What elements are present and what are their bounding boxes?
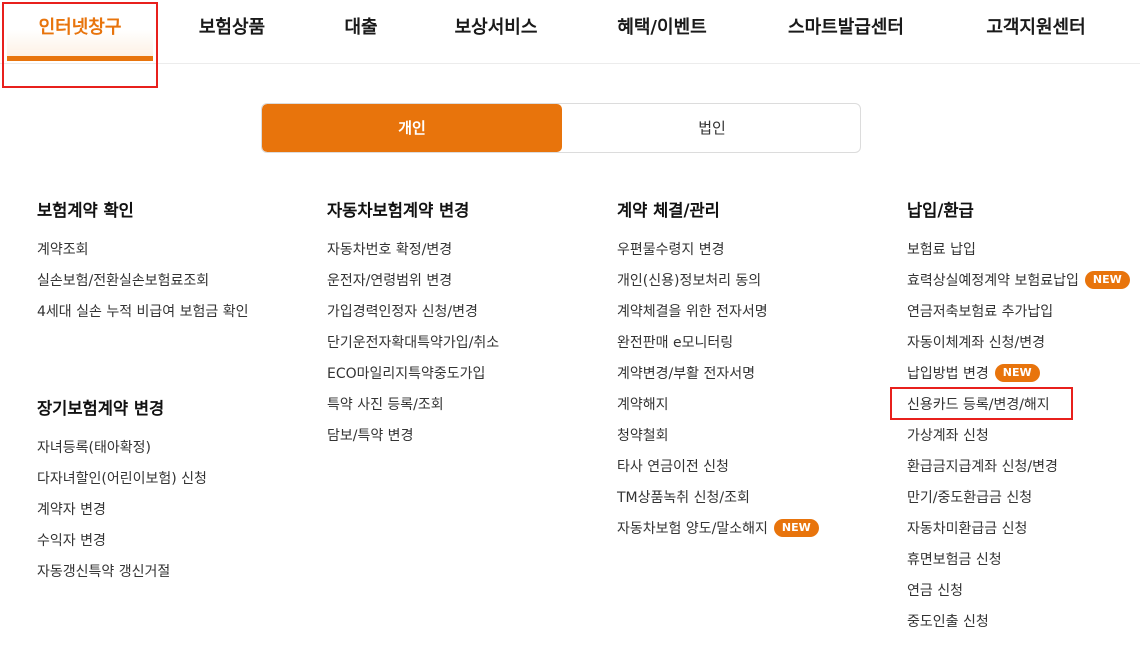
menu-item[interactable]: 수익자 변경 [37,526,207,557]
menu-item[interactable]: 다자녀할인(어린이보험) 신청 [37,464,207,495]
menu-group-auto-change: 자동차보험계약 변경 자동차번호 확정/변경 운전자/연령범위 변경 가입경력인… [327,199,499,452]
menu-item[interactable]: 우편물수령지 변경 [617,235,819,266]
menu-column-3: 계약 체결/관리 우편물수령지 변경 개인(신용)정보처리 동의 계약체결을 위… [617,199,819,545]
highlight-box-nav [2,2,158,88]
menu-item[interactable]: 효력상실예정계약 보험료납입 NEW [907,266,1130,297]
menu-item[interactable]: 타사 연금이전 신청 [617,452,819,483]
nav-item-benefits-events[interactable]: 혜택/이벤트 [598,0,726,56]
menu-item[interactable]: 가상계좌 신청 [907,421,1130,452]
menu-item[interactable]: 계약변경/부활 전자서명 [617,359,819,390]
menu-item[interactable]: 운전자/연령범위 변경 [327,266,499,297]
menu-item[interactable]: 자동이체계좌 신청/변경 [907,328,1130,359]
menu-item[interactable]: 완전판매 e모니터링 [617,328,819,359]
menu-group-policy-check: 보험계약 확인 계약조회 실손보험/전환실손보험료조회 4세대 실손 누적 비급… [37,199,248,328]
group-title: 계약 체결/관리 [617,201,720,220]
menu-item[interactable]: 청약철회 [617,421,819,452]
menu-item[interactable]: 보험료 납입 [907,235,1130,266]
menu-item[interactable]: 연금저축보험료 추가납입 [907,297,1130,328]
new-badge: NEW [773,519,819,537]
top-navigation: 인터넷창구 보험상품 대출 보상서비스 혜택/이벤트 스마트발급센터 고객지원센… [0,0,1140,64]
new-badge: NEW [994,364,1040,382]
menu-item[interactable]: 연금 신청 [907,576,1130,607]
menu-item[interactable]: ECO마일리지특약중도가입 [327,359,499,390]
menu-item[interactable]: 환급금지급계좌 신청/변경 [907,452,1130,483]
group-title: 자동차보험계약 변경 [327,201,470,220]
menu-item-label: 납입방법 변경 [907,366,989,382]
menu-item-label: 자동차보험 양도/말소해지 [617,521,768,537]
menu-item[interactable]: 계약해지 [617,390,819,421]
menu-item[interactable]: 가입경력인정자 신청/변경 [327,297,499,328]
menu-item[interactable]: 특약 사진 등록/조회 [327,390,499,421]
nav-item-claims-service[interactable]: 보상서비스 [440,0,552,56]
menu-item[interactable]: 자녀등록(태아확정) [37,433,207,464]
menu-item[interactable]: 담보/특약 변경 [327,421,499,452]
nav-item-insurance-products[interactable]: 보험상품 [182,0,282,56]
menu-item[interactable]: 중도인출 신청 [907,607,1130,638]
menu-group-contract-management: 계약 체결/관리 우편물수령지 변경 개인(신용)정보처리 동의 계약체결을 위… [617,199,819,545]
menu-group-long-term-change: 장기보험계약 변경 자녀등록(태아확정) 다자녀할인(어린이보험) 신청 계약자… [37,397,207,588]
menu-item[interactable]: TM상품녹취 신청/조회 [617,483,819,514]
group-title: 납입/환급 [907,201,974,220]
menu-item[interactable]: 실손보험/전환실손보험료조회 [37,266,248,297]
new-badge: NEW [1084,271,1130,289]
group-title: 보험계약 확인 [37,201,134,220]
nav-item-loan[interactable]: 대출 [331,0,391,56]
menu-item[interactable]: 휴면보험금 신청 [907,545,1130,576]
menu-item[interactable]: 단기운전자확대특약가입/취소 [327,328,499,359]
menu-item[interactable]: 자동갱신특약 갱신거절 [37,557,207,588]
menu-item[interactable]: 납입방법 변경 NEW [907,359,1130,390]
menu-item[interactable]: 만기/중도환급금 신청 [907,483,1130,514]
menu-item[interactable]: 계약조회 [37,235,248,266]
menu-item[interactable]: 4세대 실손 누적 비급여 보험금 확인 [37,297,248,328]
customer-type-toggle: 개인 법인 [261,103,861,153]
menu-column-2: 자동차보험계약 변경 자동차번호 확정/변경 운전자/연령범위 변경 가입경력인… [327,199,499,452]
menu-column-1b: 장기보험계약 변경 자녀등록(태아확정) 다자녀할인(어린이보험) 신청 계약자… [37,397,207,588]
menu-item[interactable]: 자동차보험 양도/말소해지 NEW [617,514,819,545]
toggle-corporate[interactable]: 법인 [562,104,860,152]
nav-item-customer-support[interactable]: 고객지원센터 [968,0,1104,56]
menu-column-1: 보험계약 확인 계약조회 실손보험/전환실손보험료조회 4세대 실손 누적 비급… [37,199,248,328]
menu-item[interactable]: 자동차미환급금 신청 [907,514,1130,545]
toggle-individual[interactable]: 개인 [262,104,562,152]
menu-item[interactable]: 계약체결을 위한 전자서명 [617,297,819,328]
nav-item-smart-issuance[interactable]: 스마트발급센터 [772,0,920,56]
group-title: 장기보험계약 변경 [37,399,165,418]
menu-item-label: 효력상실예정계약 보험료납입 [907,273,1079,289]
menu-item[interactable]: 자동차번호 확정/변경 [327,235,499,266]
highlight-box-menu-item [890,387,1073,420]
menu-item[interactable]: 계약자 변경 [37,495,207,526]
menu-item[interactable]: 개인(신용)정보처리 동의 [617,266,819,297]
